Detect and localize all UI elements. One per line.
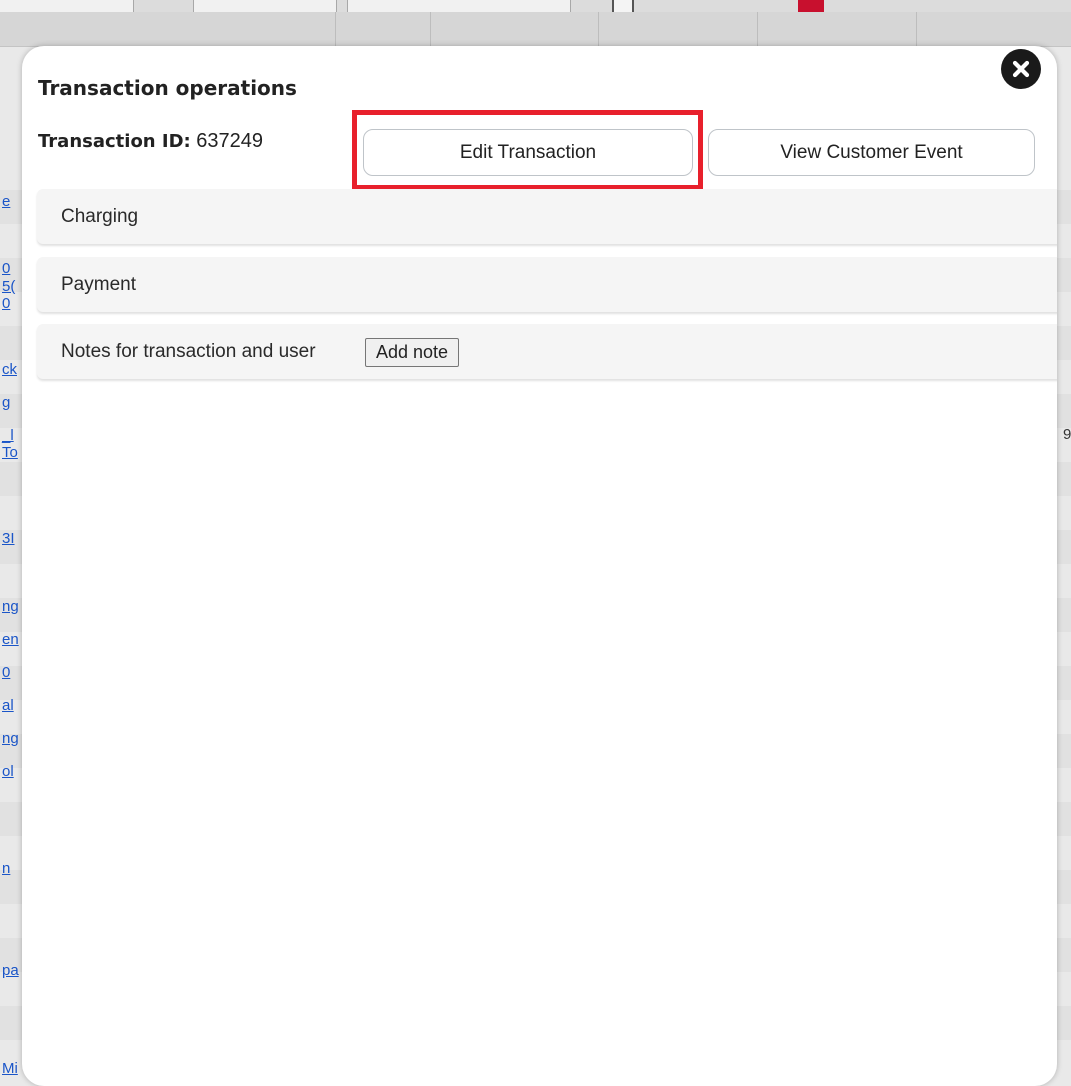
section-label: Notes for transaction and user [61,341,316,362]
background-link[interactable]: g [2,394,10,411]
notes-section[interactable]: Notes for transaction and user Add note [37,324,1057,379]
background-link[interactable]: Mi [2,1060,18,1077]
section-label: Charging [61,206,139,227]
close-modal-button[interactable] [1001,49,1041,89]
background-column-divider [598,12,599,46]
modal-title: Transaction operations [38,76,297,100]
close-circle-icon [1012,60,1030,78]
background-table-header [0,12,1071,47]
transaction-id: Transaction ID: 637249 [38,130,263,153]
background-link[interactable]: 0 [2,260,10,277]
background-column-divider [757,12,758,46]
background-link[interactable]: _l [2,427,14,444]
background-link[interactable]: 0 [2,664,10,681]
background-link[interactable]: 0 [2,295,10,312]
background-column-divider [430,12,431,46]
payment-section[interactable]: Payment [37,257,1057,312]
background-link[interactable]: e [2,193,10,210]
background-link[interactable]: al [2,697,14,714]
section-label: Payment [61,274,136,295]
add-note-button[interactable]: Add note [365,338,460,367]
background-link[interactable]: pa [2,962,19,979]
background-column-divider [335,12,336,46]
background-cell-text: 9 [1063,426,1071,443]
charging-section[interactable]: Charging [37,189,1057,244]
background-link[interactable]: To [2,444,18,461]
transaction-operations-modal: Transaction operations Transaction ID: 6… [22,46,1057,1086]
background-link[interactable]: ol [2,763,14,780]
transaction-id-value: 637249 [196,130,264,152]
background-link[interactable]: ck [2,361,17,378]
view-customer-event-button[interactable]: View Customer Event [708,129,1035,176]
background-link[interactable]: ng [2,598,19,615]
background-link[interactable]: 3I [2,530,15,547]
edit-transaction-button[interactable]: Edit Transaction [363,129,693,176]
background-link[interactable]: en [2,631,19,648]
transaction-id-label: Transaction ID: [38,131,191,152]
background-link[interactable]: n [2,860,10,877]
background-column-divider [916,12,917,46]
background-link[interactable]: ng [2,730,19,747]
background-link[interactable]: 5( [2,278,15,295]
